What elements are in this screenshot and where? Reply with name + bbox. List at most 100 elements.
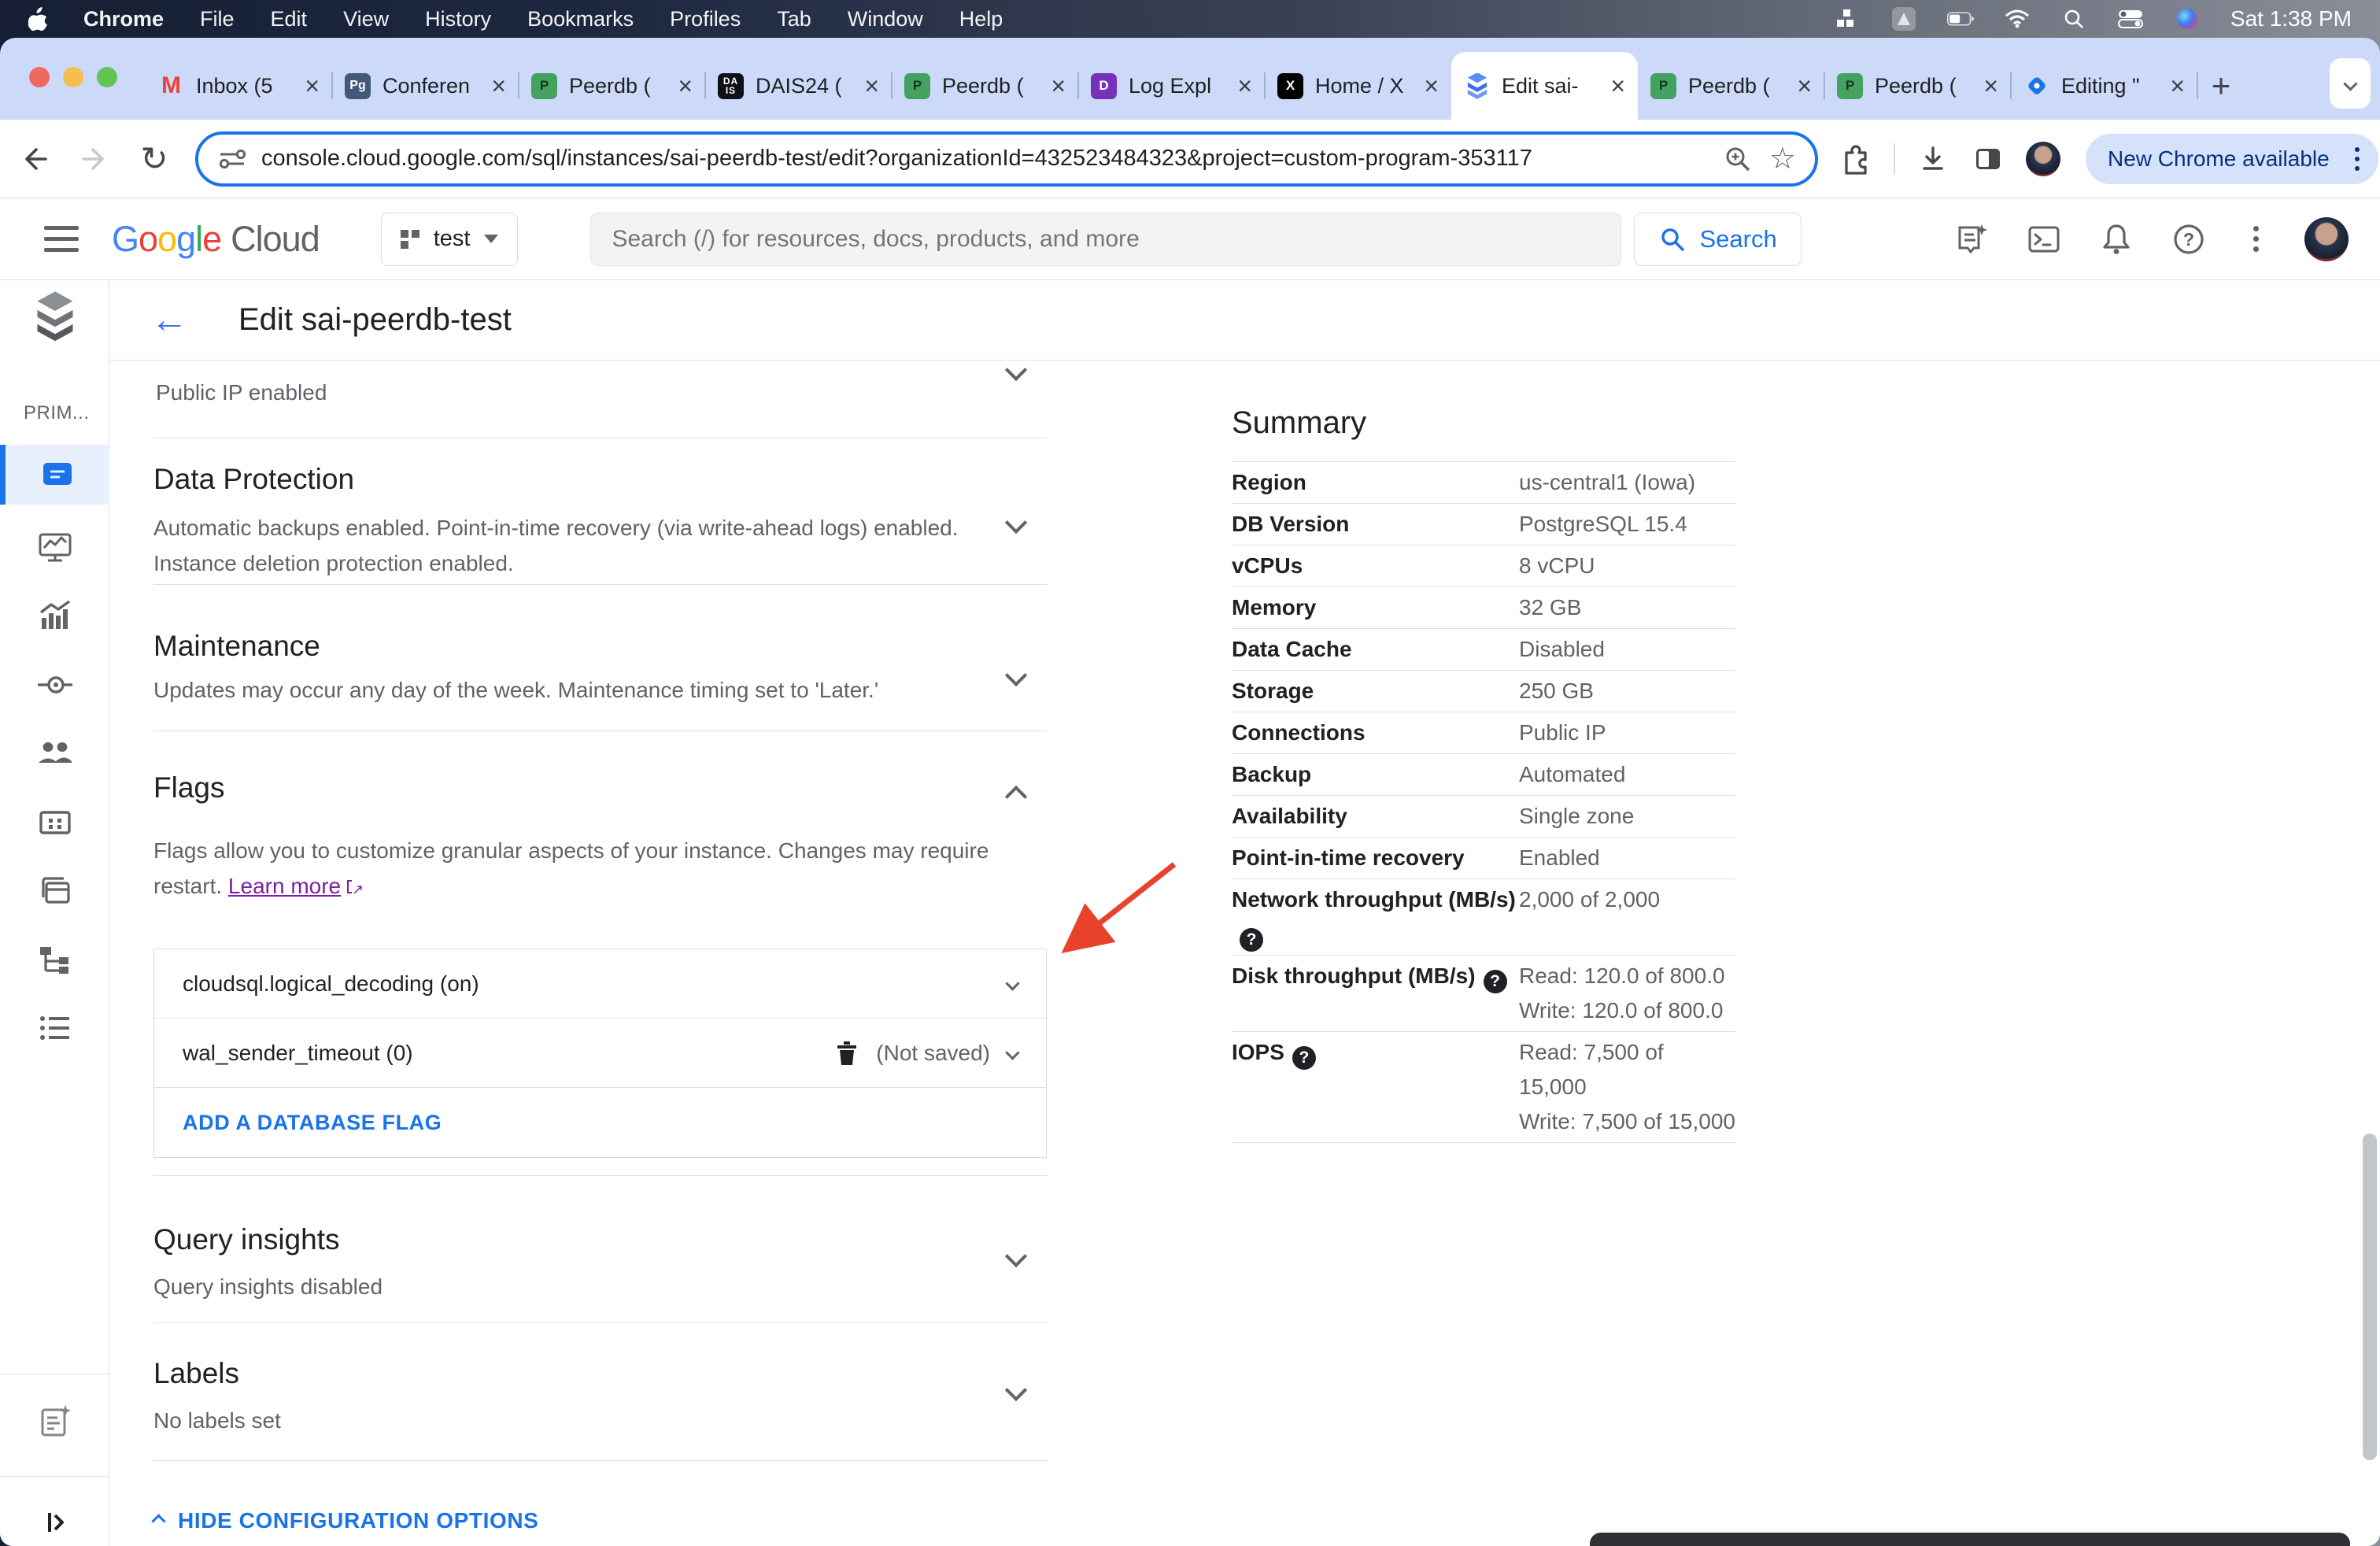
side-panel-icon[interactable] xyxy=(1971,142,2005,176)
tab-x-home[interactable]: X Home / X × xyxy=(1265,52,1451,120)
menu-view[interactable]: View xyxy=(343,7,389,31)
learn-more-link[interactable]: Learn more xyxy=(228,874,341,898)
chrome-update-pill[interactable]: New Chrome available xyxy=(2086,133,2378,184)
sidebar-item-users[interactable] xyxy=(0,723,109,783)
tab-close-icon[interactable]: × xyxy=(1424,72,1439,101)
close-window-button[interactable] xyxy=(29,67,50,87)
address-bar[interactable]: console.cloud.google.com/sql/instances/s… xyxy=(195,131,1818,187)
flag-row-wal-sender-timeout[interactable]: wal_sender_timeout (0) (Not saved) xyxy=(154,1019,1046,1088)
url-text[interactable]: console.cloud.google.com/sql/instances/s… xyxy=(261,146,1722,172)
back-arrow-icon[interactable]: ← xyxy=(150,298,188,342)
tab-close-icon[interactable]: × xyxy=(1797,72,1812,101)
tab-conference[interactable]: Pg Conferen × xyxy=(332,52,519,120)
add-database-flag-row[interactable]: ADD A DATABASE FLAG xyxy=(154,1088,1046,1157)
tab-peerdb-3[interactable]: P Peerdb ( × xyxy=(1638,52,1825,120)
sidebar-item-databases[interactable] xyxy=(0,792,109,852)
delete-flag-icon[interactable] xyxy=(835,1041,859,1066)
minimize-window-button[interactable] xyxy=(63,67,83,87)
chevron-down-icon[interactable] xyxy=(1004,1378,1028,1402)
tab-close-icon[interactable]: × xyxy=(1610,72,1625,101)
help-icon[interactable]: ? xyxy=(1292,1046,1316,1070)
sidebar-expand-icon[interactable] xyxy=(0,1492,109,1546)
menu-window[interactable]: Window xyxy=(848,7,923,31)
new-tab-button[interactable]: + xyxy=(2197,52,2245,120)
chevron-down-icon[interactable] xyxy=(1004,511,1028,534)
back-icon[interactable] xyxy=(9,134,60,184)
extensions-icon[interactable] xyxy=(1839,142,1873,176)
tab-edit-sai-active[interactable]: Edit sai- × xyxy=(1451,52,1638,120)
downloads-icon[interactable] xyxy=(1916,142,1950,176)
wifi-icon[interactable] xyxy=(2004,9,2031,28)
tab-inbox[interactable]: M Inbox (5 × xyxy=(146,52,333,120)
release-notes-icon[interactable] xyxy=(1953,220,1990,258)
chevron-down-icon[interactable] xyxy=(1005,1045,1020,1060)
cloud-shell-icon[interactable] xyxy=(2025,220,2063,258)
sidebar-item-backups[interactable] xyxy=(0,860,109,920)
sidebar-item-connections[interactable] xyxy=(0,655,109,715)
stats-widget-icon[interactable] xyxy=(1834,9,1861,28)
tab-close-icon[interactable]: × xyxy=(2170,72,2185,101)
menu-profiles[interactable]: Profiles xyxy=(670,7,741,31)
menu-help[interactable]: Help xyxy=(959,7,1003,31)
menu-tab[interactable]: Tab xyxy=(777,7,811,31)
menu-file[interactable]: File xyxy=(200,7,235,31)
tab-close-icon[interactable]: × xyxy=(305,72,320,101)
sidebar-item-operations[interactable] xyxy=(0,998,109,1058)
scrollbar-thumb[interactable] xyxy=(2363,1134,2377,1460)
battery-icon[interactable] xyxy=(1946,9,1974,28)
apple-menu-icon[interactable] xyxy=(28,7,49,31)
tab-peerdb-1[interactable]: P Peerdb ( × xyxy=(519,52,706,120)
gcp-search-button[interactable]: Search xyxy=(1634,212,1802,266)
menu-bookmarks[interactable]: Bookmarks xyxy=(527,7,634,31)
nav-menu-icon[interactable] xyxy=(44,226,79,252)
menu-chrome[interactable]: Chrome xyxy=(83,7,164,31)
notifications-bell-icon[interactable] xyxy=(2097,220,2135,258)
app-status-icon[interactable] xyxy=(1890,7,1917,31)
tab-editing[interactable]: Editing " × xyxy=(2011,52,2198,120)
menu-bar-clock[interactable]: Sat 1:38 PM xyxy=(2230,6,2352,31)
tab-dais24[interactable]: DA IS DAIS24 ( × xyxy=(705,52,893,120)
sidebar-item-overview[interactable] xyxy=(0,445,109,505)
forward-icon[interactable] xyxy=(69,134,120,184)
zoom-window-button[interactable] xyxy=(97,67,117,87)
menu-edit[interactable]: Edit xyxy=(271,7,308,31)
gcp-search-input[interactable] xyxy=(612,225,1601,253)
sidebar-item-release-notes[interactable] xyxy=(0,1392,109,1452)
zoom-page-icon[interactable] xyxy=(1722,143,1754,175)
sidebar-item-query-insights[interactable] xyxy=(0,586,109,645)
control-center-icon[interactable] xyxy=(2117,9,2144,28)
bookmark-star-icon[interactable]: ☆ xyxy=(1769,141,1796,176)
browser-profile-avatar[interactable] xyxy=(2026,141,2060,176)
tab-log-explorer[interactable]: D Log Expl × xyxy=(1078,52,1266,120)
chrome-menu-icon[interactable] xyxy=(2344,146,2371,171)
add-database-flag-button[interactable]: ADD A DATABASE FLAG xyxy=(183,1111,442,1135)
project-picker[interactable]: test xyxy=(380,212,519,266)
siri-icon[interactable] xyxy=(2174,9,2201,29)
help-icon[interactable]: ? xyxy=(1483,970,1507,993)
tab-close-icon[interactable]: × xyxy=(491,72,506,101)
tab-close-icon[interactable]: × xyxy=(1237,72,1252,101)
chevron-up-icon[interactable] xyxy=(1004,785,1028,808)
sidebar-item-system-insights[interactable] xyxy=(0,517,109,577)
help-icon[interactable]: ? xyxy=(1240,928,1263,952)
site-settings-icon[interactable] xyxy=(217,144,247,174)
flag-row-logical-decoding[interactable]: cloudsql.logical_decoding (on) xyxy=(154,949,1046,1019)
tab-close-icon[interactable]: × xyxy=(864,72,879,101)
google-cloud-logo[interactable]: Google Cloud xyxy=(112,219,320,260)
reload-icon[interactable]: ↻ xyxy=(129,134,179,184)
sidebar-item-replicas[interactable] xyxy=(0,929,109,989)
tab-close-icon[interactable]: × xyxy=(1051,72,1066,101)
more-options-icon[interactable] xyxy=(2242,226,2270,252)
tab-close-icon[interactable]: × xyxy=(678,72,693,101)
chevron-down-icon[interactable] xyxy=(1005,976,1020,991)
gcp-profile-avatar[interactable] xyxy=(2304,216,2349,261)
tab-close-icon[interactable]: × xyxy=(1983,72,1998,101)
spotlight-icon[interactable] xyxy=(2060,9,2087,28)
chevron-down-icon[interactable] xyxy=(1004,1245,1028,1268)
tab-peerdb-2[interactable]: P Peerdb ( × xyxy=(892,52,1079,120)
chevron-down-icon[interactable] xyxy=(1004,664,1028,687)
chevron-down-icon[interactable] xyxy=(1004,358,1028,382)
gcp-search-bar[interactable] xyxy=(590,212,1622,266)
tab-search-button[interactable] xyxy=(2330,58,2371,109)
help-icon[interactable]: ? xyxy=(2170,220,2208,258)
